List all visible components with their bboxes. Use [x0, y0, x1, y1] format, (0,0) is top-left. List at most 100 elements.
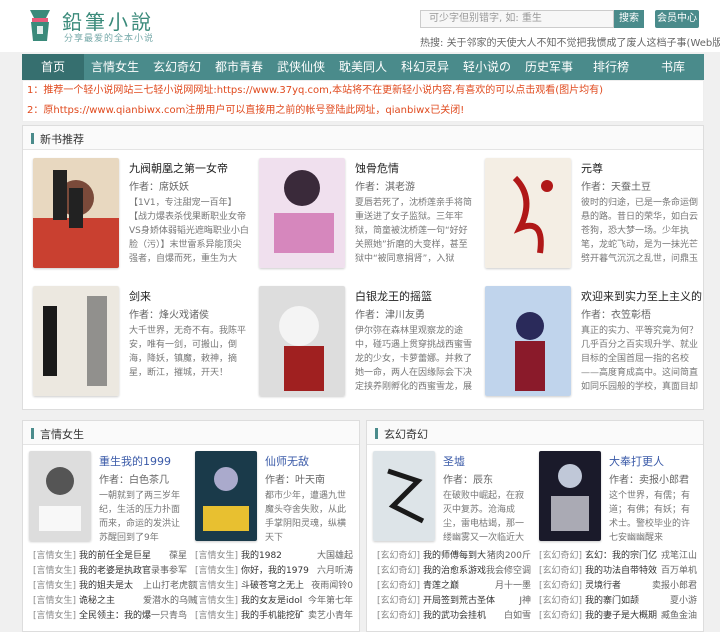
nav-wuxia[interactable]: 武侠仙侠: [270, 54, 332, 80]
book-title[interactable]: 欢迎来到实力至上主义的: [581, 288, 702, 304]
nav-library[interactable]: 书库: [642, 54, 704, 80]
list-book-title[interactable]: 诡秘之主: [79, 594, 115, 609]
panel-header: 言情女生: [23, 421, 359, 445]
book-cover[interactable]: [373, 451, 435, 541]
search-input[interactable]: 可少字但别错字, 如: 重生: [420, 10, 614, 28]
list-item[interactable]: [言情女生] 全民领主：我的爆 一只青鸟 [言情女生] 我的手机能挖矿 卖艺小青年: [33, 609, 353, 624]
book-cover[interactable]: [33, 286, 119, 396]
site-logo[interactable]: 鉛筆小說 分享最爱的全本小说: [26, 6, 166, 46]
member-center-button[interactable]: 会员中心: [655, 10, 699, 28]
nav-home[interactable]: 首页: [22, 54, 84, 80]
book-card[interactable]: 欢迎来到实力至上主义的 作者：衣笠彰梧 真正的实力、平等究竟为何？几乎百分之百实…: [485, 286, 705, 398]
book-title[interactable]: 白银龙王的摇篮: [355, 288, 432, 304]
nav-scifi[interactable]: 科幻灵异: [394, 54, 456, 80]
list-category: [玄幻奇幻]: [377, 596, 421, 606]
book-title[interactable]: 九阀朝凰之第一女帝: [129, 160, 228, 176]
site-header: 鉛筆小說 分享最爱的全本小说 可少字但别错字, 如: 重生 搜索 会员中心 热搜…: [0, 0, 720, 52]
list-category: [玄幻奇幻]: [539, 596, 583, 606]
list-category: [玄幻奇幻]: [377, 566, 421, 576]
fantasy-panel: 玄幻奇幻 圣墟 作者：辰东 在破败中崛起，在寂灭中复苏。沧海成尘，雷电枯竭，那一…: [366, 420, 704, 632]
book-card[interactable]: 元尊 作者：天蚕土豆 彼时的归途，已是一条命运倒悬的路。昔日的荣华，如白云苍狗，…: [485, 158, 705, 270]
book-cover[interactable]: [539, 451, 601, 541]
list-book-title[interactable]: 斗破苍穹之无上: [241, 579, 304, 594]
list-item[interactable]: [言情女生] 我的老婆是执政官 录事参军 [言情女生] 你好，我的1979 六月听涛: [33, 564, 353, 579]
list-book-title[interactable]: 灵境行者: [585, 579, 621, 594]
list-category: [言情女生]: [33, 566, 77, 576]
list-book-title[interactable]: 我的治愈系游戏: [423, 564, 486, 579]
list-item[interactable]: [言情女生] 诡秘之主 爱潜水的乌贼 [言情女生] 我的女友是idol 今年第七年: [33, 594, 353, 609]
list-author: 录事参军: [150, 566, 187, 576]
book-cover[interactable]: [485, 158, 571, 268]
list-category: [言情女生]: [33, 596, 77, 606]
book-author: 作者：津川友勇: [355, 310, 425, 321]
book-cover[interactable]: [259, 286, 345, 396]
notice-line: 2：原https://www.qianbiwx.com注册用户可以直接用之前的帐…: [27, 105, 465, 116]
list-book-title[interactable]: 我的武功会挂机: [423, 609, 486, 624]
list-item[interactable]: [玄幻奇幻] 开局签到荒古圣体 J神 [玄幻奇幻] 我的寨门如颉 夏小游: [377, 594, 697, 609]
list-book-title[interactable]: 我的1982: [241, 549, 282, 564]
nav-urban[interactable]: 都市青春: [208, 54, 270, 80]
list-item[interactable]: [玄幻奇幻] 我的治愈系游戏 我会修空调 [玄幻奇幻] 我的功法自带特效 百万单机: [377, 564, 697, 579]
book-cover[interactable]: [29, 451, 91, 541]
list-book-title[interactable]: 我的师傅每到大: [423, 549, 486, 564]
list-author: 戎笔江山: [660, 551, 697, 561]
list-category: [玄幻奇幻]: [539, 551, 583, 561]
book-desc: 一朝就到了两三岁年纪，生活的压力扑面而来，命运的发洪让苏醒回到了9年: [99, 491, 181, 543]
list-book-title[interactable]: 我的老婆是执政官: [79, 564, 151, 579]
book-card[interactable]: 剑来 作者：烽火戏诸侯 大千世界，无奇不有。我陈平安，唯有一剑，可搬山，倒海，降…: [33, 286, 253, 398]
list-author: 夏小游: [669, 596, 697, 606]
book-title[interactable]: 重生我的1999: [99, 453, 171, 469]
list-category: [言情女生]: [33, 581, 77, 591]
book-author: 作者：白色茶几: [99, 475, 169, 486]
book-card[interactable]: 大奉打更人 作者：卖报小郎君 这个世界，有儒；有道；有佛；有妖；有术士。警校毕业…: [539, 451, 720, 563]
list-author: 百万单机: [660, 566, 697, 576]
list-author: 上山打老虎额: [143, 581, 198, 591]
book-desc: 彼时的归途，已是一条命运倒悬的路。昔日的荣华，如白云苍狗，恐大梦一场。少年执笔，…: [581, 198, 699, 264]
nav-fantasy[interactable]: 玄幻奇幻: [146, 54, 208, 80]
notice-link[interactable]: 三七轻小说网: [133, 85, 193, 96]
search-button[interactable]: 搜索: [614, 10, 644, 28]
nav-danmei[interactable]: 耽美同人: [332, 54, 394, 80]
list-category: [玄幻奇幻]: [377, 611, 421, 621]
list-author: 我会修空调: [485, 566, 531, 576]
book-title[interactable]: 圣墟: [443, 453, 465, 469]
book-title[interactable]: 仙师无敌: [265, 453, 309, 469]
list-book-title[interactable]: 青莲之巅: [423, 579, 459, 594]
book-cover[interactable]: [33, 158, 119, 268]
list-book-title[interactable]: 我的寨门如颉: [585, 594, 639, 609]
book-cover[interactable]: [195, 451, 257, 541]
nav-romance[interactable]: 言情女生: [84, 54, 146, 80]
nav-ranking[interactable]: 排行榜: [580, 54, 642, 80]
book-card[interactable]: 白银龙王的摇篮 作者：津川友勇 伊尔弥在森林里观察龙的途中，碰巧遇上贯穿挑战西蜜…: [259, 286, 479, 398]
list-item[interactable]: [言情女生] 我的姐夫是太 上山打老虎额 [言情女生] 斗破苍穹之无上 夜雨闻铃0: [33, 579, 353, 594]
list-item[interactable]: [言情女生] 我的前任全是巨星 葆星 [言情女生] 我的1982 大国雄起: [33, 549, 353, 564]
hot-search-link[interactable]: 关于邻家的天使大人不知不觉把我惯成了废人这档子事(Web版) 我的: [447, 38, 720, 49]
book-card[interactable]: 九阀朝凰之第一女帝 作者：席妖妖 【1V1，专注甜宠一百年】【战力爆表杀伐果断职…: [33, 158, 253, 270]
notice-board: 1：推荐一个轻小说网站三七轻小说网网址:https://www.37yq.com…: [22, 80, 704, 122]
book-title[interactable]: 蚀骨危情: [355, 160, 399, 176]
list-book-title[interactable]: 我的前任全是巨星: [79, 549, 151, 564]
list-book-title[interactable]: 全民领主：我的爆: [79, 609, 151, 624]
book-title[interactable]: 大奉打更人: [609, 453, 664, 469]
list-author: 葆星: [168, 551, 187, 561]
book-title[interactable]: 元尊: [581, 160, 603, 176]
list-category: [言情女生]: [195, 596, 239, 606]
list-item[interactable]: [玄幻奇幻] 青莲之巅 月十一墨 [玄幻奇幻] 灵境行者 卖报小郎君: [377, 579, 697, 594]
book-cover[interactable]: [485, 286, 571, 396]
nav-history[interactable]: 历史军事: [518, 54, 580, 80]
list-book-title[interactable]: 我的姐夫是太: [79, 579, 133, 594]
book-title[interactable]: 剑来: [129, 288, 151, 304]
list-author: 爱潜水的乌贼: [143, 596, 198, 606]
notice-link[interactable]: https://www.qianbiwx.com: [53, 105, 185, 116]
list-item[interactable]: [玄幻奇幻] 我的师傅每到大 猪肉200斤 [玄幻奇幻] 玄幻：我的宗门亿 戎笔江山: [377, 549, 697, 564]
book-card[interactable]: 蚀骨危情 作者：淇老游 夏唇若死了，沈桥莲亲手将简重送进了女子监狱。三年牢狱，简…: [259, 158, 479, 270]
list-author: 猪肉200斤: [486, 551, 531, 561]
list-item[interactable]: [玄幻奇幻] 我的武功会挂机 白如雪 [玄幻奇幻] 我的妻子是大概期 臧鱼金油: [377, 609, 697, 624]
list-category: [言情女生]: [195, 551, 239, 561]
list-book-title[interactable]: 我的女友是idol: [241, 594, 302, 609]
book-cover[interactable]: [259, 158, 345, 268]
list-book-title[interactable]: 我的手机能挖矿: [241, 609, 304, 624]
book-desc: 真正的实力、平等究竟为何？几乎百分之百实现升学、就业目标的全国首屈一指的名校——…: [581, 326, 699, 392]
nav-lightnovel[interactable]: 轻小说の: [456, 54, 518, 80]
romance-list: [言情女生] 我的前任全是巨星 葆星 [言情女生] 我的1982 大国雄起 [言情女生] 我…: [33, 549, 353, 624]
